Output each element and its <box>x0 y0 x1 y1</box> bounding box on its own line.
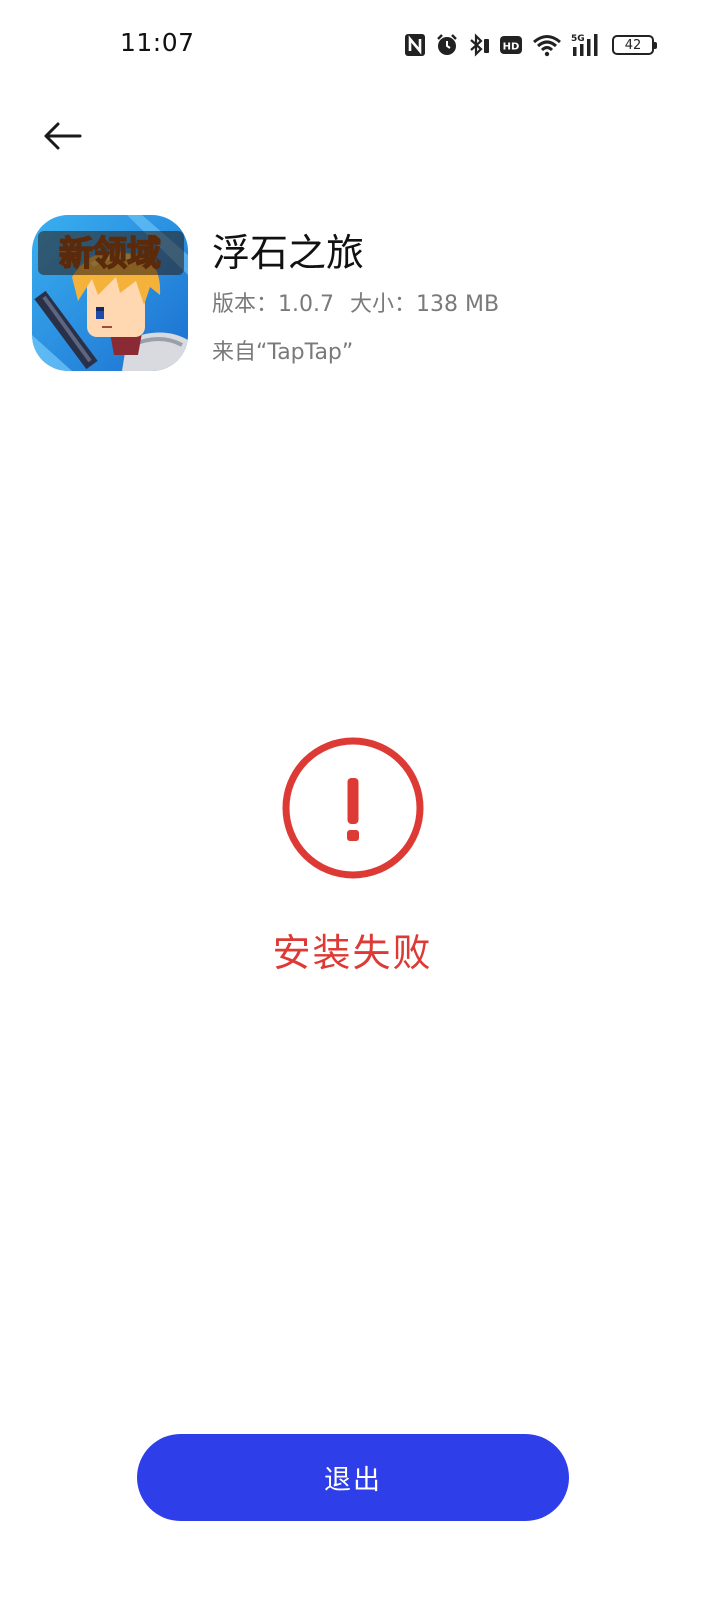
exit-button[interactable]: 退出 <box>137 1434 569 1521</box>
app-icon: 新领域 <box>32 215 188 371</box>
nfc-icon <box>404 33 426 57</box>
battery-level: 42 <box>624 37 642 53</box>
hd-icon: HD <box>499 34 523 56</box>
status-icons: HD 5G 42 <box>404 30 658 60</box>
wifi-icon <box>532 33 562 57</box>
arrow-left-icon <box>44 122 82 150</box>
status-bar: 11:07 HD 5G 42 <box>0 0 720 92</box>
5g-signal-icon: 5G <box>571 32 603 58</box>
hd-label: HD <box>503 42 520 53</box>
install-failed-message: 安装失败 <box>272 931 433 975</box>
app-meta: 版本：1.0.7 大小：138 MB <box>212 286 499 318</box>
status-time: 11:07 <box>120 28 195 57</box>
app-source: 来自“TapTap” <box>212 340 354 365</box>
install-result-screen: 11:07 HD 5G 42 新领域 浮石之旅 版本：1.0.7 大小：138 … <box>0 0 720 1600</box>
app-version: 版本：1.0.7 <box>212 292 334 317</box>
app-name: 浮石之旅 <box>212 231 365 275</box>
app-size: 大小：138 MB <box>349 292 500 317</box>
battery-indicator: 42 <box>612 35 657 55</box>
app-icon-title: 新领域 <box>59 234 161 274</box>
bluetooth-icon <box>468 33 490 57</box>
exclamation-circle-icon <box>281 736 425 880</box>
alarm-icon <box>435 33 459 57</box>
network-label: 5G <box>571 34 585 44</box>
back-button[interactable] <box>38 112 86 160</box>
